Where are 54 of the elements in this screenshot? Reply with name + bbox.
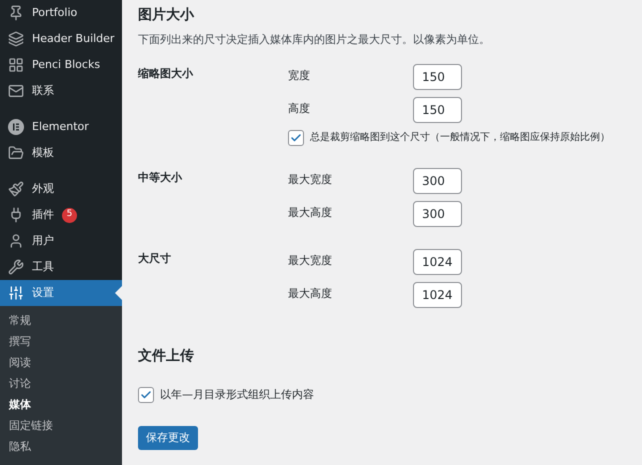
menu-item[interactable]: Portfolio — [0, 0, 122, 26]
paintbrush-icon — [8, 181, 24, 197]
submenu-item[interactable]: 常规 — [0, 311, 122, 332]
check-icon — [290, 132, 302, 144]
number-field[interactable]: 1024 — [413, 248, 462, 274]
field-label: 最大高度 — [288, 205, 333, 222]
layers-icon — [8, 31, 24, 47]
field-label: 最大高度 — [288, 286, 333, 302]
menu-item[interactable]: 模板 — [0, 140, 122, 166]
menu-item[interactable]: 插件 5 — [0, 202, 122, 228]
section-description: 下面列出来的尺寸决定插入媒体库内的图片之最大尺寸。以像素为单位。 — [138, 32, 491, 48]
elementor-icon — [8, 119, 24, 135]
row-label: 大尺寸 — [138, 250, 172, 266]
grid-icon — [8, 57, 24, 73]
save-button[interactable]: 保存更改 — [138, 426, 198, 450]
sliders-icon — [8, 285, 24, 301]
section-title: 文件上传 — [138, 346, 195, 366]
menu-item[interactable]: Header Builder — [0, 26, 122, 52]
number-field[interactable]: 300 — [413, 168, 462, 194]
submenu-item[interactable]: 隐私 — [0, 437, 122, 458]
menu-item[interactable]: 外观 — [0, 176, 122, 202]
menu-item[interactable]: 工具 — [0, 254, 122, 280]
menu-item[interactable]: Penci Blocks — [0, 52, 122, 78]
row-label: 中等大小 — [138, 170, 183, 186]
number-field[interactable]: 150 — [413, 64, 462, 90]
number-field[interactable]: 1024 — [413, 282, 462, 308]
checkbox[interactable] — [138, 386, 154, 403]
submenu-item[interactable]: 讨论 — [0, 374, 122, 395]
menu-item[interactable]: Elementor — [0, 114, 122, 140]
envelope-icon — [8, 83, 24, 99]
checkbox-label: 总是裁剪缩略图到这个尺寸（一般情况下，缩略图应保持原始比例） — [310, 130, 610, 145]
field-label: 宽度 — [288, 68, 311, 84]
row-label: 缩略图大小 — [138, 66, 194, 82]
menu-item[interactable]: 设置 — [0, 280, 122, 306]
section-title: 图片大小 — [138, 6, 196, 25]
menu-item[interactable]: 用户 — [0, 228, 122, 254]
folder-icon — [8, 145, 24, 161]
checkbox[interactable] — [288, 130, 304, 146]
user-icon — [8, 233, 24, 249]
submenu-item[interactable]: 固定链接 — [0, 416, 122, 437]
checkbox-label: 以年—月目录形式组织上传内容 — [160, 386, 314, 402]
submenu-item[interactable]: 撰写 — [0, 332, 122, 353]
field-label: 最大宽度 — [288, 253, 333, 270]
submenu-item[interactable]: 媒体 — [0, 395, 122, 416]
field-label: 高度 — [288, 101, 311, 118]
count-badge: 5 — [62, 208, 77, 222]
number-field[interactable]: 150 — [413, 96, 462, 122]
submenu-item[interactable]: 阅读 — [0, 353, 122, 374]
field-label: 最大宽度 — [288, 172, 333, 188]
wrench-icon — [8, 259, 24, 275]
number-field[interactable]: 300 — [413, 200, 462, 226]
pin-icon — [8, 5, 24, 21]
menu-item[interactable]: 联系 — [0, 78, 122, 104]
check-icon — [140, 388, 152, 401]
